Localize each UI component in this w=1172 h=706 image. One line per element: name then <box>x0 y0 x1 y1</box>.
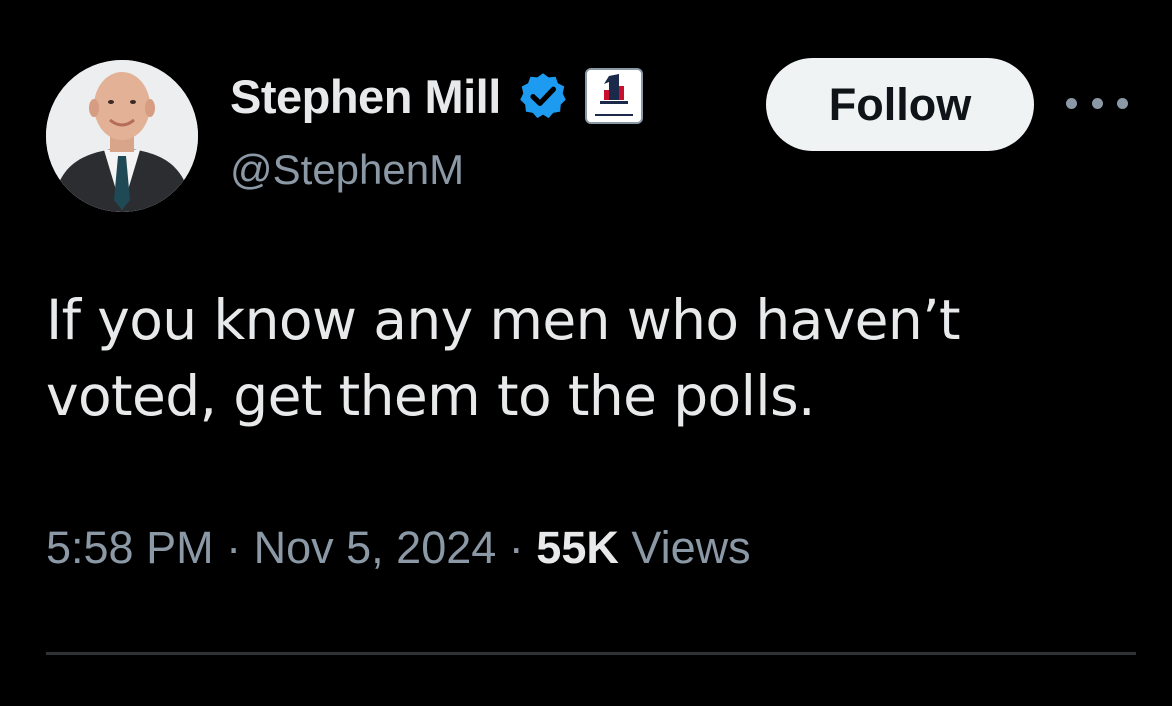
views-count: 55K <box>536 522 619 573</box>
more-dot <box>1066 97 1077 109</box>
meta-separator: · <box>226 522 254 573</box>
follow-button[interactable]: Follow <box>766 58 1034 151</box>
meta-separator: · <box>508 522 537 573</box>
author-handle[interactable]: @StephenM <box>230 146 464 194</box>
verified-badge-icon[interactable] <box>515 68 571 124</box>
america-first-logo <box>586 70 641 122</box>
profile-photo <box>46 60 198 212</box>
tweet-card: Stephen Mill @StephenM Follow If you kno… <box>0 0 1172 706</box>
avatar[interactable] <box>46 60 198 212</box>
tweet-metadata: 5:58 PM · Nov 5, 2024 · 55K Views <box>46 522 751 574</box>
tweet-date[interactable]: Nov 5, 2024 <box>254 522 497 573</box>
author-display-name[interactable]: Stephen Mill <box>230 69 501 124</box>
author-name-row: Stephen Mill <box>230 66 643 126</box>
more-dot <box>1091 97 1103 109</box>
more-dot <box>1117 97 1128 109</box>
divider <box>46 652 1136 655</box>
america-first-legal-badge-icon[interactable] <box>584 68 643 124</box>
tweet-text: If you know any men who haven’t voted, g… <box>46 288 961 428</box>
views-label: Views <box>631 522 751 573</box>
tweet-time[interactable]: 5:58 PM <box>46 522 214 573</box>
more-horizontal-icon[interactable] <box>1066 86 1128 120</box>
